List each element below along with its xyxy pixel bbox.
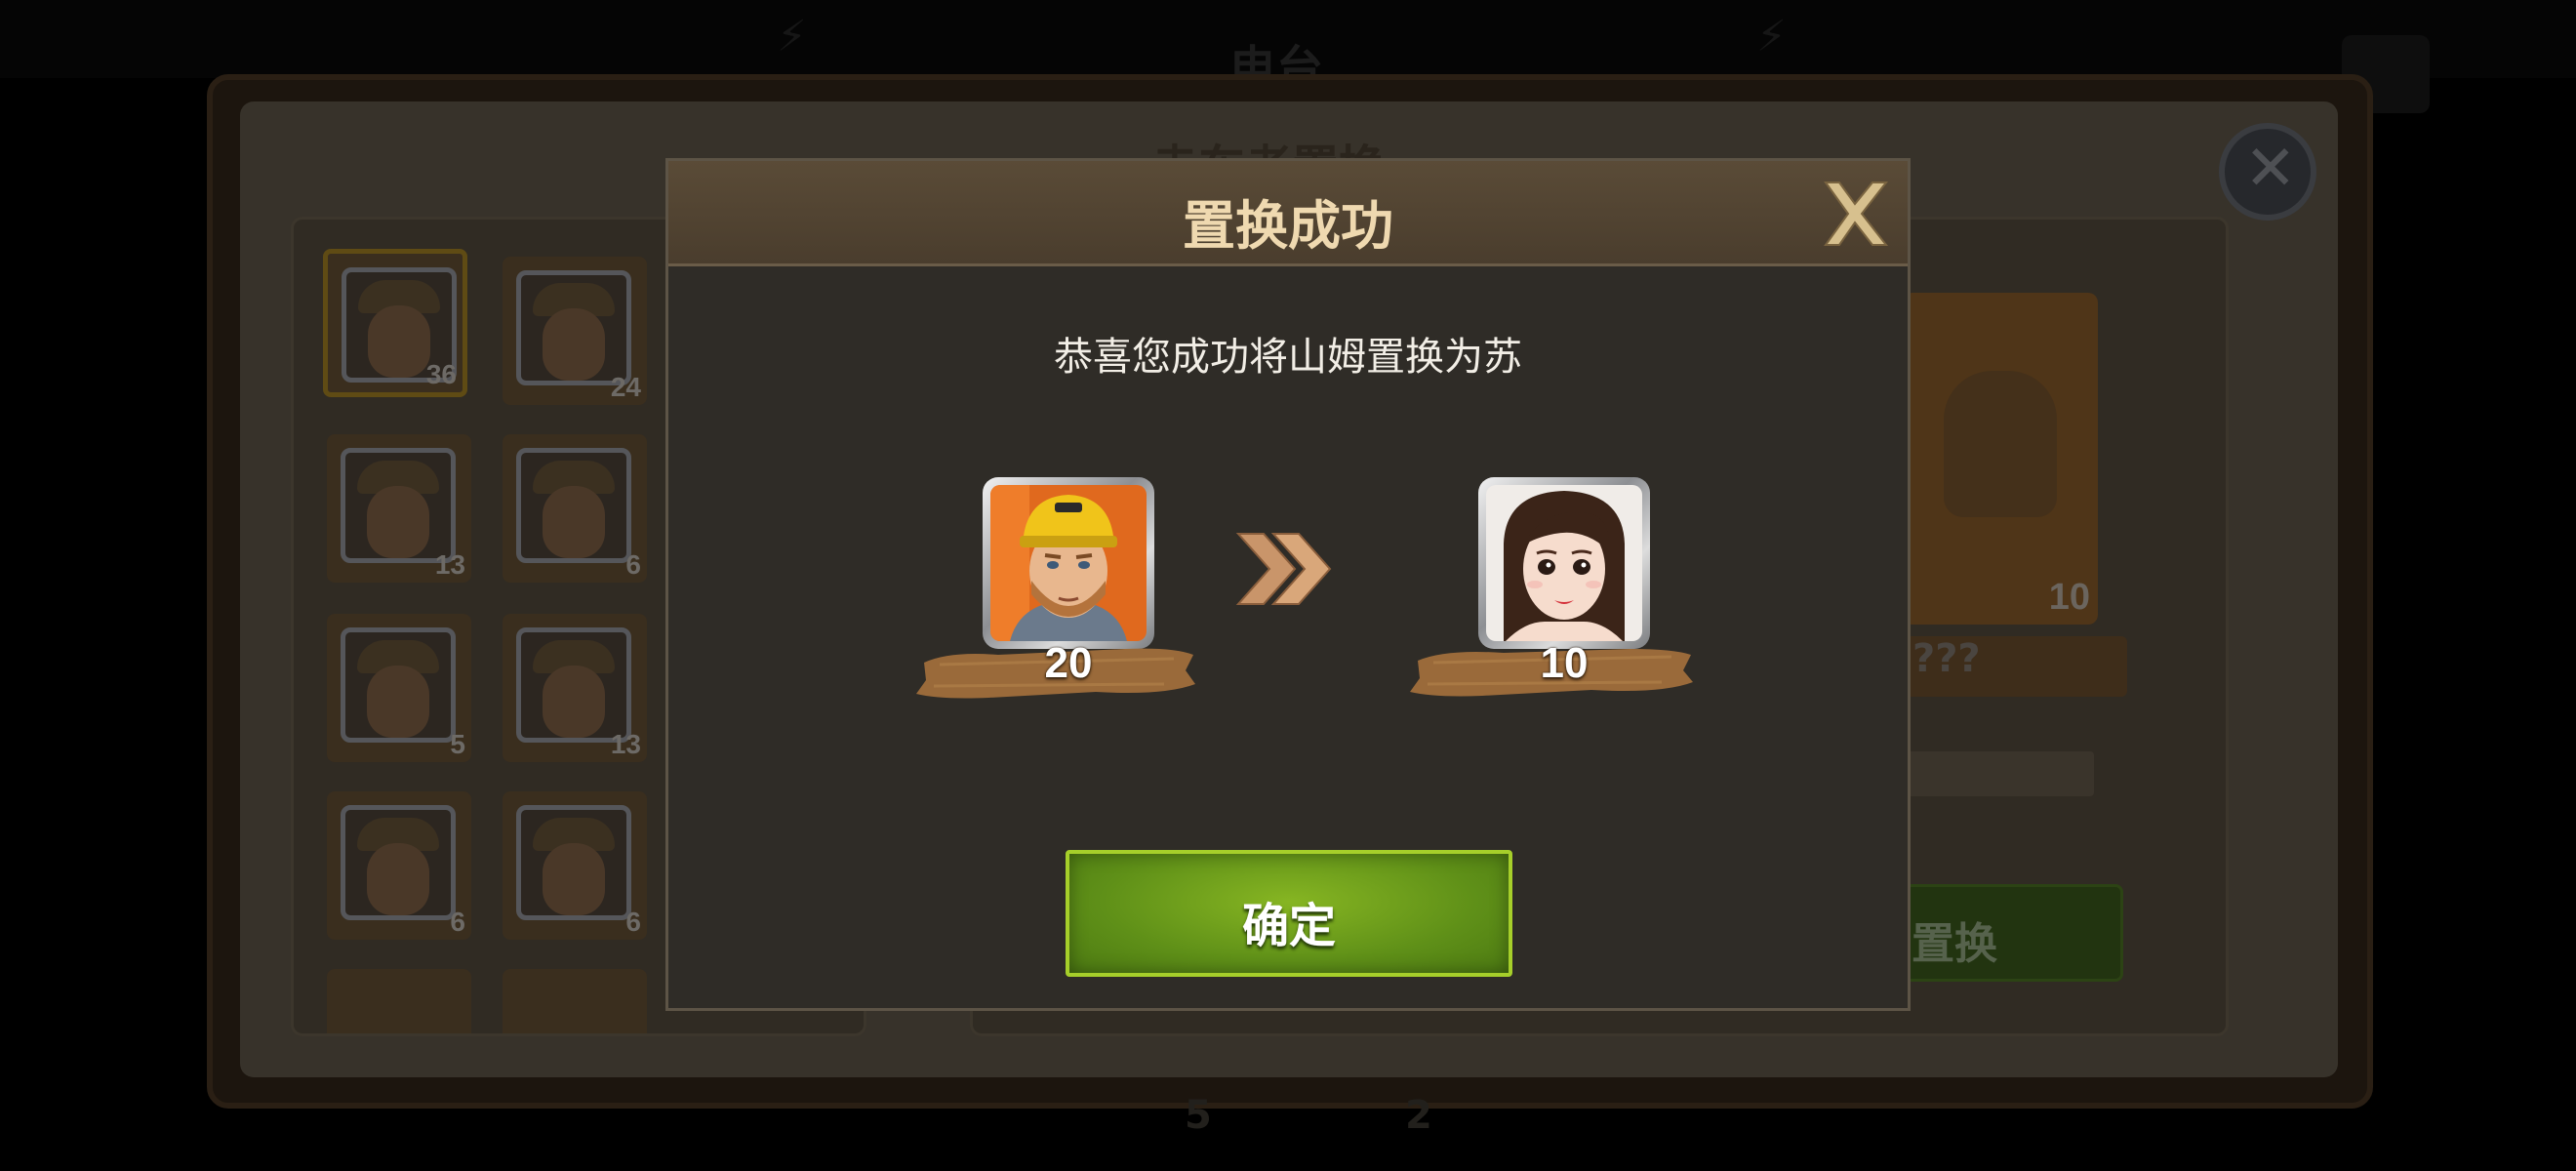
result-count: 10 (1540, 639, 1589, 687)
hero-portrait (341, 805, 456, 920)
hero-slot[interactable]: 36 (323, 249, 467, 397)
success-message: 恭喜您成功将山姆置换为苏 (1054, 335, 1522, 380)
confirm-button-label: 确定 (1241, 899, 1336, 953)
close-icon: ✕ (2244, 133, 2297, 205)
female-hero-portrait (1486, 485, 1642, 641)
dialog-title: 置换成功 (1183, 195, 1393, 257)
hero-slot[interactable] (503, 969, 647, 1033)
double-chevron-right-icon (1235, 533, 1332, 605)
hero-slot[interactable]: 13 (327, 434, 471, 583)
hero-count: 13 (610, 729, 641, 759)
source-hero: 20 (910, 473, 1203, 727)
target-count: 10 (2048, 577, 2090, 618)
close-x-icon (1824, 182, 1889, 246)
hero-slot[interactable]: 6 (503, 791, 647, 940)
bottom-count: 2 (1405, 1093, 1432, 1138)
energy-icon: ⚡ (777, 12, 807, 61)
bottom-count: 5 (1185, 1093, 1212, 1138)
energy-icon: ⚡ (1756, 12, 1787, 61)
male-hero-portrait (990, 485, 1147, 641)
top-bar: ⚡ 电台 ⚡ (0, 0, 2576, 96)
hero-portrait (516, 448, 631, 563)
dialog-close-button[interactable] (1818, 177, 1892, 251)
dialog-header: 置换成功 (668, 161, 1908, 266)
hero-slot[interactable]: 5 (327, 614, 471, 762)
hero-slot[interactable] (327, 969, 471, 1033)
hero-portrait (341, 627, 456, 743)
target-name: ??? (1912, 636, 1981, 681)
hero-portrait (341, 448, 456, 563)
hero-portrait (516, 270, 631, 385)
hero-slot[interactable]: 6 (503, 434, 647, 583)
hero-count: 36 (425, 359, 457, 389)
hero-portrait (516, 627, 631, 743)
result-hero: 10 (1406, 473, 1699, 727)
hero-slot[interactable]: 24 (503, 257, 647, 405)
hero-count: 6 (450, 907, 465, 937)
source-hero-portrait (983, 477, 1154, 649)
hero-portrait (516, 805, 631, 920)
result-hero-portrait (1478, 477, 1650, 649)
hero-count: 13 (434, 549, 465, 580)
hero-count: 6 (625, 907, 641, 937)
hero-count: 24 (610, 372, 641, 402)
hero-count: 6 (625, 549, 641, 580)
hero-slot[interactable]: 6 (327, 791, 471, 940)
confirm-button[interactable]: 确定 (1066, 850, 1512, 977)
hero-slot[interactable]: 13 (503, 614, 647, 762)
panel-close-button[interactable]: ✕ (2219, 123, 2316, 221)
source-count: 20 (1044, 639, 1093, 687)
swap-button-label: 置换 (1912, 919, 1997, 969)
unknown-hero-silhouette (1944, 371, 2057, 517)
swap-success-dialog: 置换成功 恭喜您成功将山姆置换为苏 20 10 确定 (665, 158, 1911, 1011)
target-hero-card: 10 (1903, 293, 2098, 625)
hero-count: 5 (450, 729, 465, 759)
